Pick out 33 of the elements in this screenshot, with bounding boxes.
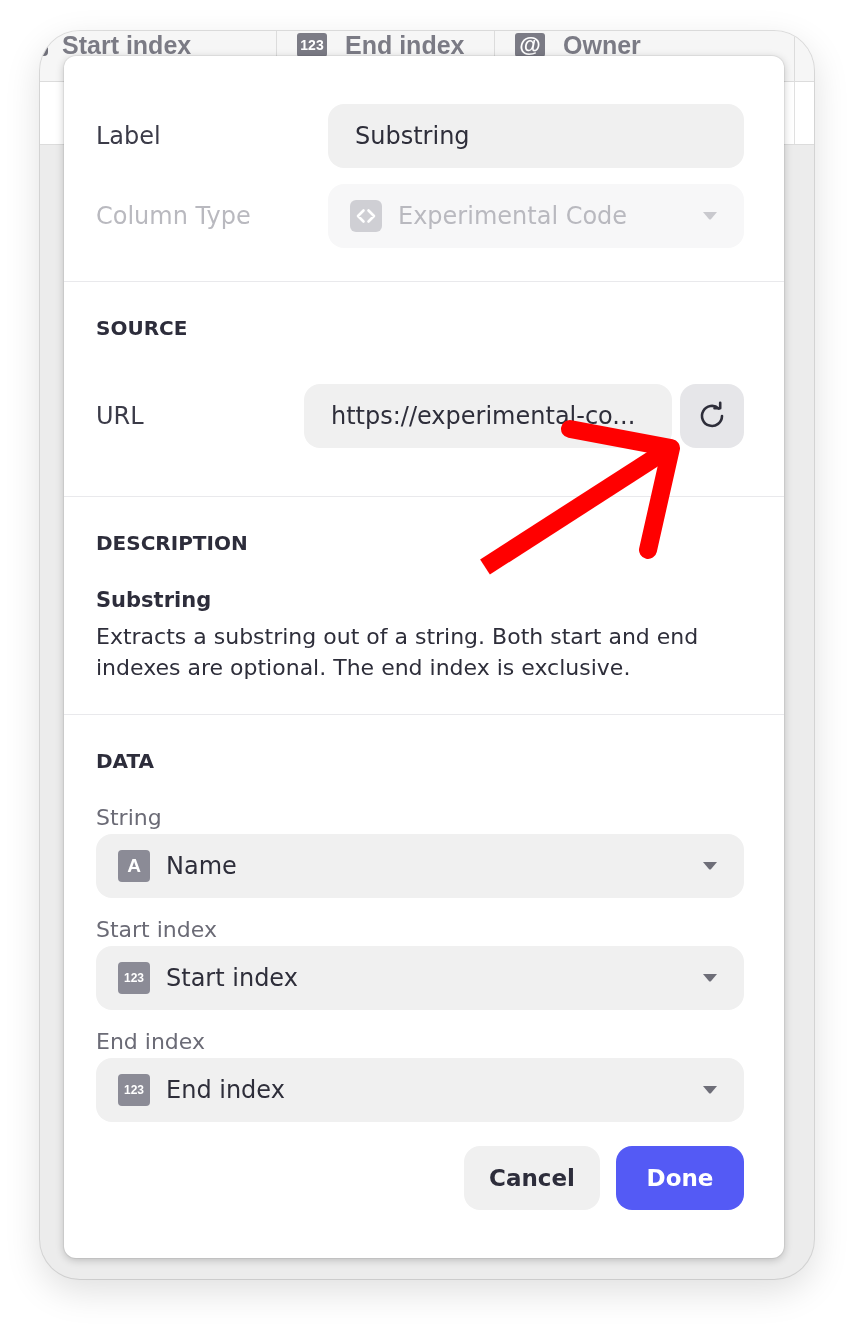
cancel-button[interactable]: Cancel: [464, 1146, 600, 1210]
column-select[interactable]: A Name: [96, 834, 744, 898]
label-input[interactable]: Substring: [328, 104, 744, 168]
column-select[interactable]: 123 Start index: [96, 946, 744, 1010]
column-type-icon: 123: [118, 1074, 150, 1106]
column-select[interactable]: 123 End index: [96, 1058, 744, 1122]
field-label: URL: [96, 401, 145, 431]
section-heading: SOURCE: [96, 316, 189, 340]
field-label: End index: [96, 1028, 206, 1056]
field-label: Label: [96, 121, 162, 151]
description-title: Substring: [96, 587, 213, 614]
field-label: Start index: [96, 916, 218, 944]
field-label: String: [96, 804, 163, 832]
section-heading: DESCRIPTION: [96, 531, 249, 555]
column-type-icon: 123: [118, 962, 150, 994]
field-label: Column Type: [96, 201, 252, 231]
column-type-select: Experimental Code: [328, 184, 744, 248]
column-type-icon: @: [515, 33, 545, 57]
column-header[interactable]: End index: [345, 31, 465, 59]
refresh-button[interactable]: [680, 384, 744, 448]
done-button[interactable]: Done: [616, 1146, 744, 1210]
column-header[interactable]: Owner: [563, 31, 641, 59]
column-type-icon: 123: [297, 33, 327, 57]
url-input[interactable]: https://experimental-co...: [304, 384, 672, 448]
column-header[interactable]: Start index: [62, 31, 192, 59]
caret-icon: [703, 862, 717, 870]
caret-icon: [703, 212, 717, 220]
section-heading: DATA: [96, 749, 156, 773]
caret-icon: [703, 1086, 717, 1094]
description-text: Extracts a substring out of a string. Both start and end indexes are optional. The end index is exclusive.: [96, 623, 700, 682]
caret-icon: [703, 974, 717, 982]
column-type-icon: A: [118, 850, 150, 882]
code-icon: [350, 200, 382, 232]
